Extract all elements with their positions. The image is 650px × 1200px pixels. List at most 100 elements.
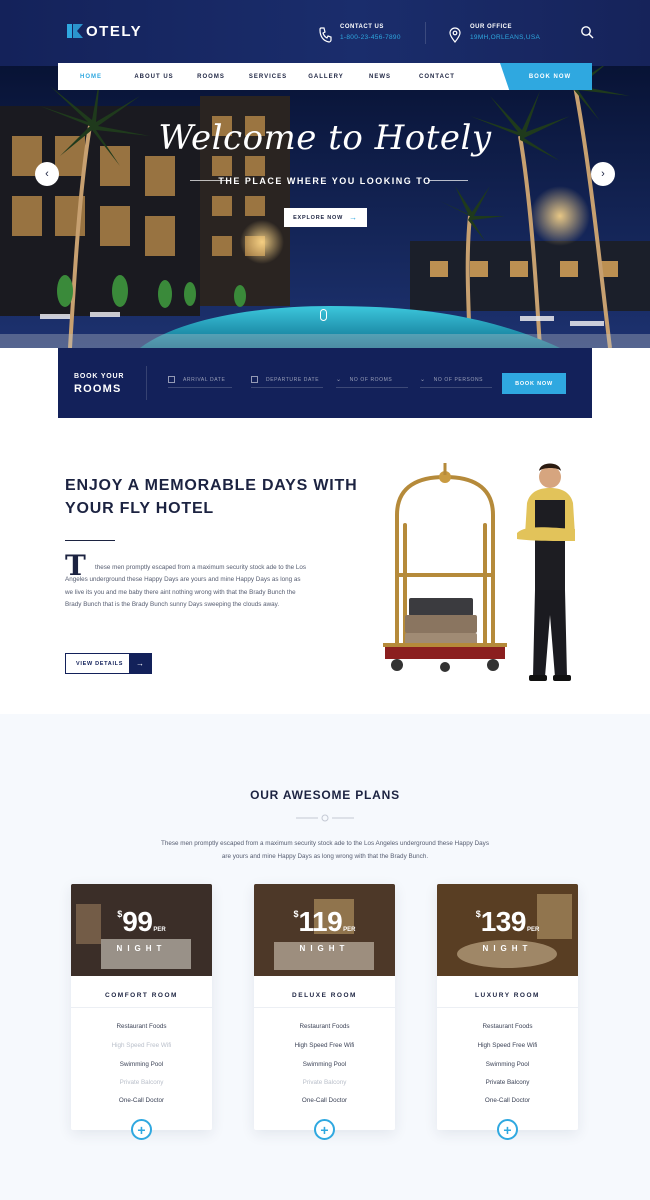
- nav-book-now-button[interactable]: BOOK NOW: [500, 63, 592, 90]
- arrival-date-field[interactable]: ARRIVAL DATE: [168, 372, 232, 388]
- logo-text: OTELY: [86, 22, 143, 40]
- booking-title-small: BOOK YOUR: [74, 373, 125, 380]
- view-details-label: VIEW DETAILS: [76, 660, 124, 667]
- plan-card-luxury: $139PER NIGHT LUXURY ROOM Restaurant Foo…: [437, 884, 578, 1140]
- feature-item: Restaurant Foods: [299, 1023, 350, 1030]
- room-name: COMFORT ROOM: [105, 992, 178, 999]
- bellboy-luggage-cart-image: [383, 463, 575, 681]
- plus-icon[interactable]: +: [314, 1119, 335, 1140]
- hero-line-right: [428, 180, 468, 181]
- plan-card-comfort: $99PER NIGHT COMFORT ROOM Restaurant Foo…: [71, 884, 212, 1140]
- price-amount: 99: [122, 906, 153, 937]
- hero-background-image: [0, 66, 650, 348]
- logo-mark-icon: [67, 24, 83, 38]
- card-divider: [437, 1007, 578, 1008]
- contact-phone[interactable]: 1-800-23-456-7890: [340, 34, 401, 41]
- feature-item: One-Call Doctor: [301, 1097, 348, 1104]
- office-info: OUR OFFICE 19MH,ORLEANS,USA: [448, 24, 540, 43]
- calendar-icon: [251, 376, 258, 383]
- price-per: PER: [526, 927, 540, 933]
- rooms-select[interactable]: ⌄ NO OF ROOMS: [336, 372, 408, 388]
- view-details-button[interactable]: VIEW DETAILS →: [65, 653, 152, 674]
- slider-next-button[interactable]: ›: [591, 162, 615, 186]
- arrival-date-placeholder: ARRIVAL DATE: [183, 376, 226, 383]
- price: $99PER: [71, 906, 212, 938]
- price-per: PER: [153, 927, 166, 933]
- explore-now-button[interactable]: EXPLORE NOW →: [284, 208, 367, 227]
- price: $139PER: [437, 906, 578, 938]
- feature-item: High Speed Free Wifi: [111, 1042, 172, 1049]
- price-unit: NIGHT: [116, 944, 167, 953]
- contact-info: CONTACT US 1-800-23-456-7890: [318, 24, 401, 43]
- departure-date-field[interactable]: DEPARTURE DATE: [251, 372, 323, 388]
- price-amount: 139: [480, 906, 527, 937]
- about-divider: [65, 540, 115, 541]
- nav-item-contact[interactable]: CONTACT: [406, 63, 468, 90]
- card-divider: [71, 1007, 212, 1008]
- feature-item: One-Call Doctor: [484, 1097, 531, 1104]
- plus-icon[interactable]: +: [497, 1119, 518, 1140]
- arrow-right-icon: →: [129, 654, 151, 673]
- nav-item-services[interactable]: SERVICES: [238, 63, 298, 90]
- plans-title: OUR AWESOME PLANS: [250, 788, 400, 802]
- feature-item: Private Balcony: [302, 1079, 347, 1086]
- about-title-line1: ENJOY A MEMORABLE DAYS WITH: [65, 477, 358, 494]
- about-body: these men promptly escaped from a maximu…: [65, 564, 307, 609]
- hero-title: Welcome to Hotely: [158, 118, 492, 158]
- hero-slider: Welcome to Hotely THE PLACE WHERE YOU LO…: [0, 66, 650, 348]
- calendar-icon: [168, 376, 175, 383]
- office-address: 19MH,ORLEANS,USA: [470, 34, 541, 41]
- chevron-down-icon: ⌄: [336, 377, 342, 383]
- explore-now-label: EXPLORE NOW: [293, 214, 344, 221]
- scroll-mouse-icon[interactable]: [320, 309, 327, 321]
- persons-select[interactable]: ⌄ NO OF PERSONS: [420, 372, 492, 388]
- feature-item: Restaurant Foods: [116, 1023, 167, 1030]
- chevron-down-icon: ⌄: [420, 377, 426, 383]
- about-title-line2: YOUR FLY HOTEL: [65, 500, 214, 517]
- price-currency: $: [293, 909, 299, 919]
- logo[interactable]: OTELY: [66, 22, 142, 40]
- plan-card-deluxe: $119PER NIGHT DELUXE ROOM Restaurant Foo…: [254, 884, 395, 1140]
- room-name: DELUXE ROOM: [292, 992, 357, 999]
- feature-item: High Speed Free Wifi: [294, 1042, 355, 1049]
- price-currency: $: [475, 909, 481, 919]
- feature-item: Restaurant Foods: [482, 1023, 533, 1030]
- plans-description: These men promptly escaped from a maximu…: [161, 840, 489, 860]
- plans-section: OUR AWESOME PLANS These men promptly esc…: [0, 714, 650, 1200]
- card-divider: [254, 1007, 395, 1008]
- departure-date-placeholder: DEPARTURE DATE: [266, 376, 320, 383]
- nav-item-about[interactable]: ABOUT US: [124, 63, 184, 90]
- map-pin-icon: [449, 27, 461, 43]
- contact-label: CONTACT US: [340, 24, 384, 30]
- feature-item: Private Balcony: [119, 1079, 164, 1086]
- rooms-placeholder: NO OF ROOMS: [349, 376, 393, 383]
- price: $119PER: [254, 906, 395, 938]
- persons-placeholder: NO OF PERSONS: [433, 376, 484, 383]
- feature-item: Swimming Pool: [119, 1061, 164, 1068]
- nav-item-home[interactable]: HOME: [58, 63, 124, 90]
- plus-icon[interactable]: +: [131, 1119, 152, 1140]
- nav-item-rooms[interactable]: ROOMS: [184, 63, 238, 90]
- price-unit: NIGHT: [482, 944, 533, 953]
- phone-icon: [319, 27, 332, 43]
- price-amount: 119: [298, 906, 343, 937]
- header-divider: [425, 22, 426, 44]
- top-header: OTELY CONTACT US 1-800-23-456-7890 OUR O…: [0, 0, 650, 66]
- price-unit: NIGHT: [299, 944, 350, 953]
- booking-title-big: ROOMS: [74, 383, 122, 395]
- slider-prev-button[interactable]: ‹: [35, 162, 59, 186]
- feature-item: Swimming Pool: [485, 1061, 530, 1068]
- office-label: OUR OFFICE: [470, 24, 512, 30]
- room-name: LUXURY ROOM: [475, 992, 540, 999]
- nav-item-news[interactable]: NEWS: [354, 63, 406, 90]
- search-icon[interactable]: [580, 25, 594, 39]
- feature-item: High Speed Free Wifi: [477, 1042, 538, 1049]
- section-divider-icon: [296, 814, 354, 822]
- booking-book-now-button[interactable]: BOOK NOW: [502, 373, 566, 394]
- arrow-right-icon: →: [349, 213, 358, 222]
- price-per: PER: [343, 927, 356, 933]
- nav-item-gallery[interactable]: GALLERY: [298, 63, 354, 90]
- feature-item: One-Call Doctor: [118, 1097, 165, 1104]
- hero-subtitle: THE PLACE WHERE YOU LOOKING TO: [218, 176, 432, 186]
- feature-item: Private Balcony: [485, 1079, 530, 1086]
